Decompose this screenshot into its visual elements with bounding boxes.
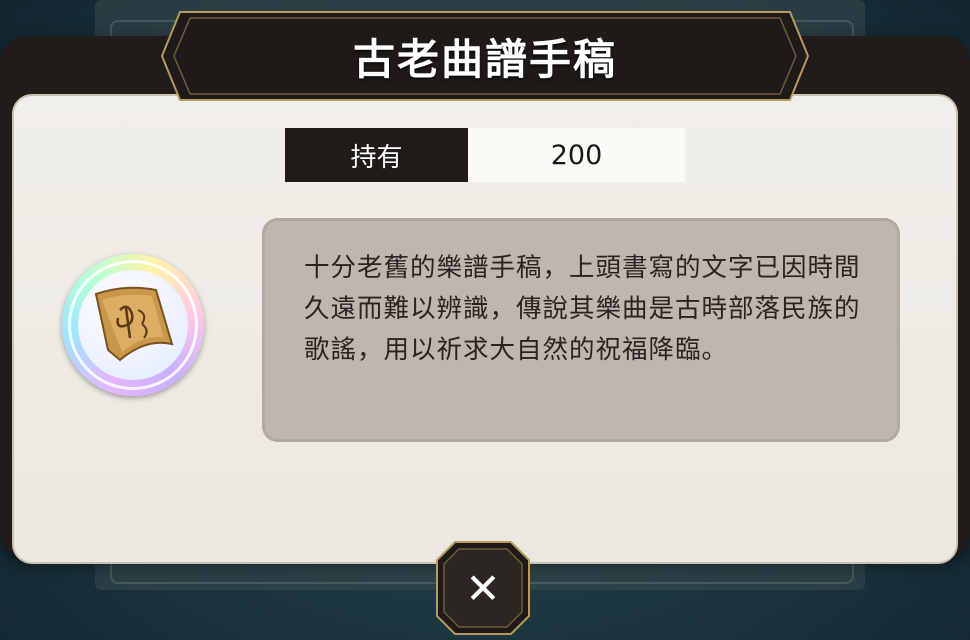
description-box: 十分老舊的樂譜手稿，上頭書寫的文字已因時間久遠而難以辨識，傳說其樂曲是古時部落民… <box>262 218 900 442</box>
close-icon: ✕ <box>465 563 501 613</box>
dialog-title: 古老曲譜手稿 <box>352 34 617 84</box>
ancient-sheet-music-icon <box>62 254 204 396</box>
close-button[interactable]: ✕ <box>435 540 531 636</box>
owned-label: 持有 <box>285 128 468 182</box>
item-description: 十分老舊的樂譜手稿，上頭書寫的文字已因時間久遠而難以辨識，傳說其樂曲是古時部落民… <box>304 253 861 365</box>
scroll-icon <box>94 286 174 362</box>
title-plate: 古老曲譜手稿 <box>160 10 810 102</box>
owned-counter: 持有 200 <box>285 128 685 182</box>
owned-value: 200 <box>468 128 685 182</box>
